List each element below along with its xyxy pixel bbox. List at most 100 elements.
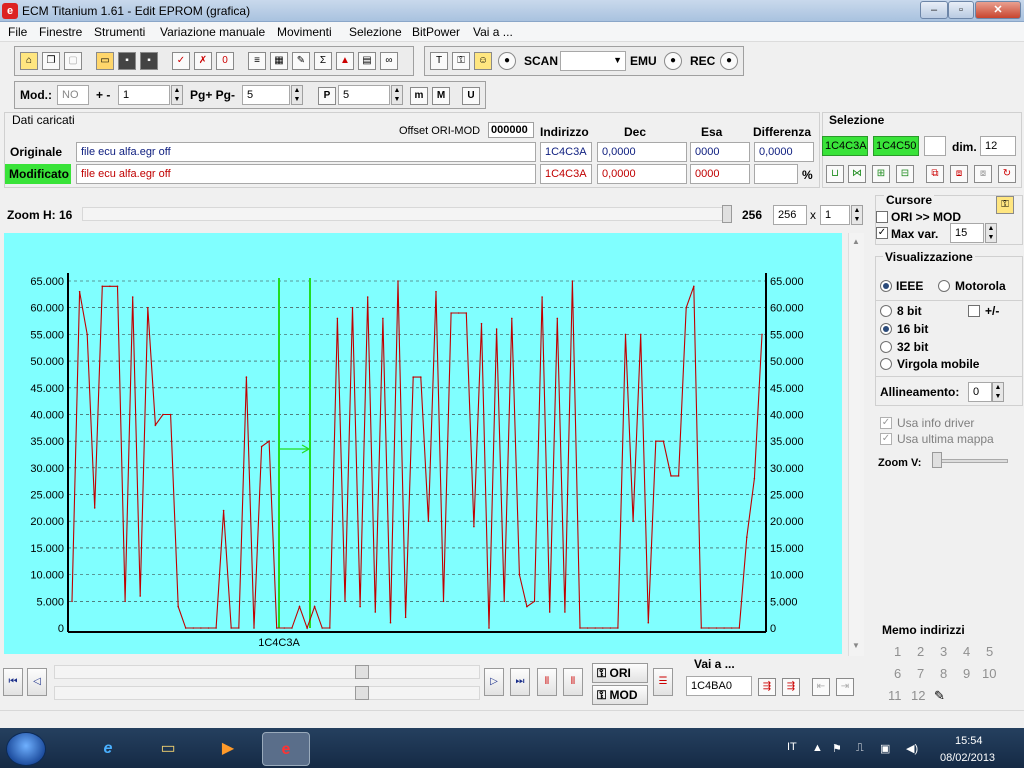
menu-bitpower[interactable]: BitPower <box>412 25 460 39</box>
home-icon[interactable]: ⌂ <box>20 52 38 70</box>
ori-button[interactable]: ⚿ ORI <box>592 663 648 683</box>
goto-icon[interactable]: ⇶ <box>758 678 776 696</box>
restore-button[interactable]: ▫ <box>948 1 974 19</box>
menu-variazione-manuale[interactable]: Variazione manuale <box>160 25 265 39</box>
tray-up-icon[interactable]: ▲ <box>812 742 823 754</box>
memo-slot-1[interactable]: 1 <box>894 644 901 659</box>
memo-slot-10[interactable]: 10 <box>982 666 996 681</box>
network-icon[interactable]: ▣ <box>880 742 890 755</box>
memo-slot-11[interactable]: 11 <box>888 688 902 703</box>
p-spinner[interactable]: ▲ ▼ <box>391 85 403 105</box>
vai-a-field[interactable]: 1C4BA0 <box>686 676 752 696</box>
cross-icon[interactable]: ✗ <box>194 52 212 70</box>
back-icon[interactable]: ⇤ <box>812 678 830 696</box>
language-indicator[interactable]: IT <box>787 741 797 753</box>
pen-icon[interactable]: ✎ <box>292 52 310 70</box>
app-icon[interactable]: e <box>2 3 18 19</box>
close-button[interactable]: ✕ <box>975 1 1021 19</box>
open-folder-icon[interactable]: ▭ <box>96 52 114 70</box>
chart-area[interactable]: 0 0 5.000 5.000 10.000 10.000 15.000 15.000 20.0… <box>4 233 842 654</box>
plusminus-spinner[interactable]: ▲ ▼ <box>171 85 183 105</box>
menu-finestre[interactable]: Finestre <box>39 25 82 39</box>
hscroll-mod[interactable] <box>54 686 480 700</box>
memo-slot-3[interactable]: 3 <box>940 644 947 659</box>
memo-slot-8[interactable]: 8 <box>940 666 947 681</box>
sel-plus-icon[interactable]: ⊞ <box>872 165 890 183</box>
last-icon[interactable]: ⏭ <box>510 668 530 696</box>
chart-vertical-scrollbar[interactable]: ▲ ▼ <box>848 233 864 656</box>
ecm-titanium-task[interactable]: e <box>262 732 310 766</box>
check-icon[interactable]: ✓ <box>172 52 190 70</box>
lock-icon[interactable]: ⚿ <box>452 52 470 70</box>
memo-slot-7[interactable]: 7 <box>917 666 924 681</box>
eprom-chart[interactable]: 0 0 5.000 5.000 10.000 10.000 15.000 15.000 20.0… <box>4 233 842 654</box>
first-icon[interactable]: ⏮ <box>3 668 23 696</box>
hscroll-ori[interactable] <box>54 665 480 679</box>
step-back-icon[interactable]: ⦀ <box>537 668 557 696</box>
float-radio[interactable] <box>880 358 892 370</box>
ieee-radio[interactable] <box>880 280 892 292</box>
zoom-h-slider[interactable] <box>82 207 732 221</box>
allineamento-spinner[interactable]: ▲ ▼ <box>992 382 1004 402</box>
media-player-icon[interactable]: ▶ <box>204 732 252 766</box>
step-forward-icon[interactable]: ⦀ <box>563 668 583 696</box>
zoom-h-field[interactable]: 256 <box>773 205 807 225</box>
volume-icon[interactable]: ◀) <box>906 742 918 755</box>
sel-minus-icon[interactable]: ⊟ <box>896 165 914 183</box>
chart-icon[interactable]: ▲ <box>336 52 354 70</box>
memo-slot-2[interactable]: 2 <box>917 644 924 659</box>
hscroll-ori-thumb[interactable] <box>354 665 369 679</box>
calculator-icon[interactable]: ▦ <box>270 52 288 70</box>
zoom-multiplier-spinner[interactable]: ▲ ▼ <box>851 205 863 225</box>
page-p-icon[interactable]: P <box>318 87 336 105</box>
memo-edit-icon[interactable]: ✎ <box>934 688 945 704</box>
save-icon[interactable]: ▪ <box>118 52 136 70</box>
sum-icon[interactable]: Σ <box>314 52 332 70</box>
dim-field[interactable]: 12 <box>980 136 1016 156</box>
goto-mod-icon[interactable]: ⇶ <box>782 678 800 696</box>
memo-slot-4[interactable]: 4 <box>963 644 970 659</box>
mod-field[interactable]: NO <box>57 85 89 105</box>
start-button[interactable] <box>6 732 46 766</box>
bit32-radio[interactable] <box>880 341 892 353</box>
maxvar-field[interactable]: 15 <box>950 223 984 243</box>
clock-date[interactable]: 08/02/2013 <box>940 752 995 764</box>
menu-movimenti[interactable]: Movimenti <box>277 25 332 39</box>
scan-dropdown[interactable]: ▼ <box>560 51 626 71</box>
runner-icon[interactable]: ☺ <box>474 52 492 70</box>
selezione-start[interactable]: 1C4C3A <box>822 136 868 156</box>
next-page-icon[interactable]: ▷ <box>484 668 504 696</box>
u-icon[interactable]: U <box>462 87 480 105</box>
menu-file[interactable]: File <box>8 25 27 39</box>
maxvar-spinner[interactable]: ▲ ▼ <box>985 223 997 243</box>
bit16-radio[interactable] <box>880 323 892 335</box>
memo-slot-9[interactable]: 9 <box>963 666 970 681</box>
forward-icon[interactable]: ⇥ <box>836 678 854 696</box>
pg-field[interactable]: 5 <box>242 85 290 105</box>
selezione-extra[interactable] <box>924 136 946 156</box>
zoom-h-thumb[interactable] <box>722 205 732 223</box>
usa-ultima-checkbox[interactable]: ✓ <box>880 433 892 445</box>
grid-icon[interactable]: ▤ <box>358 52 376 70</box>
menu-selezione[interactable]: Selezione <box>349 25 402 39</box>
save-as-icon[interactable]: ▪ <box>140 52 158 70</box>
usa-info-checkbox[interactable]: ✓ <box>880 417 892 429</box>
m-big-icon[interactable]: M <box>432 87 450 105</box>
rec-dot-icon[interactable]: ● <box>720 52 738 70</box>
sel-paste-icon[interactable]: ⧈ <box>950 165 968 183</box>
ie-icon[interactable]: e <box>84 732 132 766</box>
compare-icon[interactable]: ☰ <box>653 668 673 696</box>
padlock-icon[interactable]: ⚿ <box>996 196 1014 214</box>
memo-slot-6[interactable]: 6 <box>894 666 901 681</box>
sel-left-icon[interactable]: ⊔ <box>826 165 844 183</box>
memo-slot-5[interactable]: 5 <box>986 644 993 659</box>
paste-icon[interactable]: ▢ <box>64 52 82 70</box>
maxvar-checkbox[interactable]: ✓ <box>876 227 888 239</box>
text-icon[interactable]: T <box>430 52 448 70</box>
device-icon[interactable]: ⎍ <box>856 742 864 755</box>
allineamento-field[interactable]: 0 <box>968 382 992 402</box>
menu-strumenti[interactable]: Strumenti <box>94 25 145 39</box>
zoom-v-slider[interactable] <box>932 459 1008 463</box>
ori-mod-checkbox[interactable] <box>876 211 888 223</box>
bit8-radio[interactable] <box>880 305 892 317</box>
